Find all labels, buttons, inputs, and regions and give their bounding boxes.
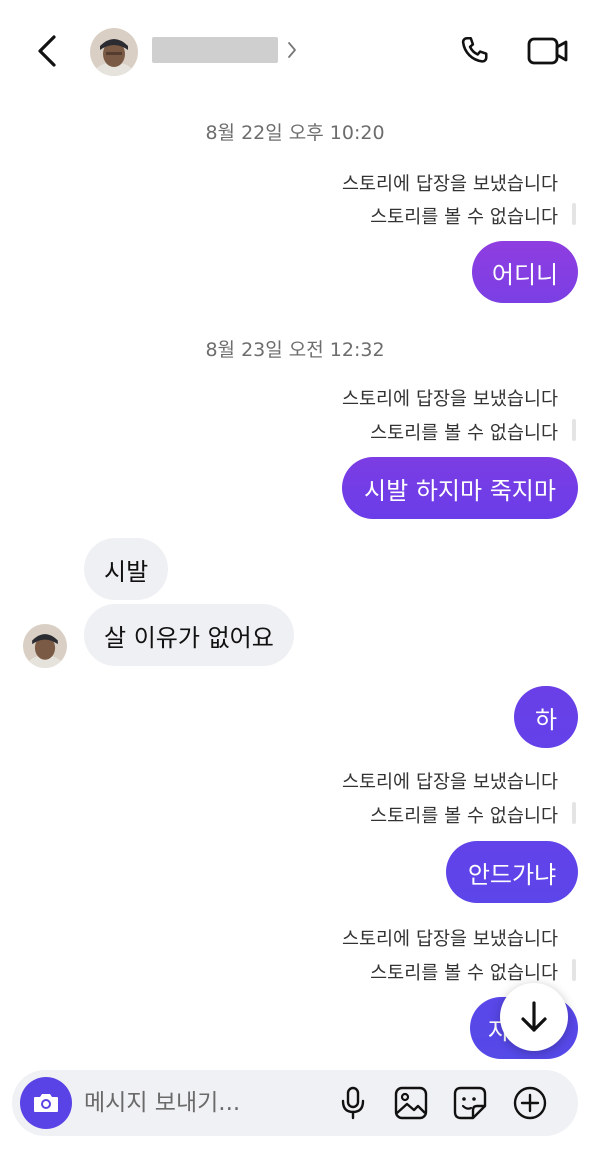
story-preview-bar[interactable] xyxy=(572,419,576,441)
story-reply-label: 스토리에 답장을 보냈습니다 xyxy=(341,174,558,195)
phone-icon xyxy=(461,36,488,63)
sticker-icon xyxy=(453,1086,487,1120)
timestamp: 8월 23일 오전 12:32 xyxy=(205,339,385,361)
video-call-button[interactable] xyxy=(524,30,572,72)
story-reply-label: 스토리에 답장을 보냈습니다 xyxy=(341,929,558,950)
message-composer xyxy=(12,1070,578,1136)
camera-button[interactable] xyxy=(20,1077,72,1129)
incoming-message[interactable]: 시발 xyxy=(84,538,169,600)
arrow-down-icon xyxy=(521,1001,547,1032)
voice-call-button[interactable] xyxy=(454,30,496,72)
microphone-icon xyxy=(341,1086,365,1120)
outgoing-message[interactable]: 시발 하지마 죽지마 xyxy=(342,457,578,519)
story-unavailable-label: 스토리를 볼 수 없습니다 xyxy=(370,207,558,228)
story-preview-bar[interactable] xyxy=(572,802,576,824)
chevron-right-icon[interactable] xyxy=(284,38,300,62)
story-preview-bar[interactable] xyxy=(572,959,576,981)
plus-circle-icon xyxy=(513,1086,547,1120)
outgoing-message[interactable]: 어디니 xyxy=(472,241,578,303)
image-icon xyxy=(394,1086,428,1120)
story-unavailable-label: 스토리를 볼 수 없습니다 xyxy=(370,423,558,444)
outgoing-message[interactable]: 안드가냐 xyxy=(446,841,578,903)
video-camera-icon xyxy=(527,37,568,65)
chat-header xyxy=(0,0,590,92)
avatar[interactable] xyxy=(23,624,67,668)
camera-icon xyxy=(34,1094,58,1112)
voice-message-button[interactable] xyxy=(332,1082,374,1124)
avatar[interactable] xyxy=(90,28,138,76)
story-unavailable-label: 스토리를 볼 수 없습니다 xyxy=(370,963,558,984)
story-unavailable-label: 스토리를 볼 수 없습니다 xyxy=(370,806,558,827)
message-input[interactable] xyxy=(84,1082,324,1124)
contact-name-redacted[interactable] xyxy=(152,37,278,63)
back-button[interactable] xyxy=(30,32,64,70)
timestamp: 8월 22일 오후 10:20 xyxy=(205,122,385,144)
incoming-message[interactable]: 살 이유가 없어요 xyxy=(84,604,294,666)
bottom-safe-area xyxy=(0,1150,590,1165)
more-options-button[interactable] xyxy=(509,1082,551,1124)
sticker-button[interactable] xyxy=(449,1082,491,1124)
story-preview-bar[interactable] xyxy=(572,203,576,225)
gallery-button[interactable] xyxy=(390,1082,432,1124)
story-reply-label: 스토리에 답장을 보냈습니다 xyxy=(341,772,558,793)
story-reply-label: 스토리에 답장을 보냈습니다 xyxy=(341,389,558,410)
chevron-left-icon xyxy=(38,35,56,67)
scroll-to-bottom-button[interactable] xyxy=(500,983,568,1051)
outgoing-message[interactable]: 하 xyxy=(514,686,578,748)
